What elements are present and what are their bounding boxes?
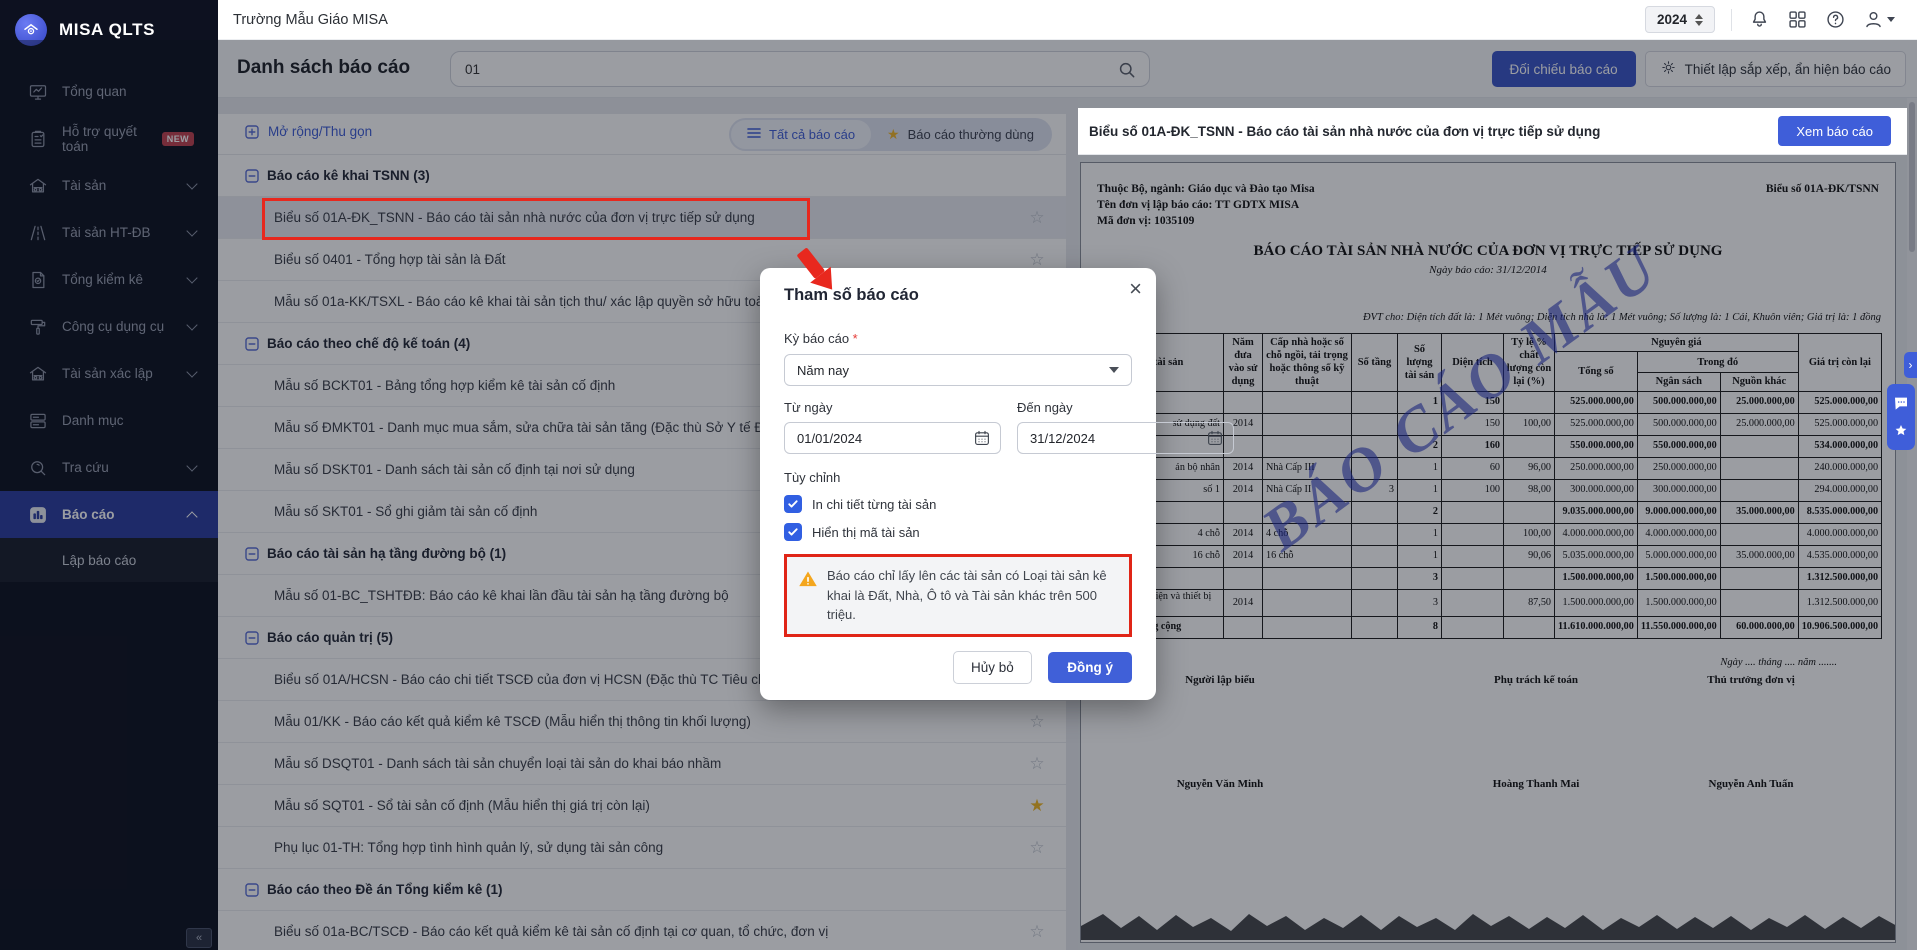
required-mark: * <box>853 331 858 346</box>
checkbox-label: Hiển thị mã tài sản <box>812 525 920 540</box>
chevron-down-icon <box>1887 17 1895 22</box>
calendar-icon[interactable] <box>1206 429 1224 447</box>
topbar-actions: 2024 <box>1645 6 1895 33</box>
notifications-bell-icon[interactable] <box>1748 9 1770 31</box>
year-value: 2024 <box>1657 12 1687 27</box>
brand-title: MISA QLTS <box>59 20 155 40</box>
from-date-input[interactable] <box>785 431 973 446</box>
preview-header: Biểu số 01A-ĐK_TSNN - Báo cáo tài sản nh… <box>1078 108 1907 155</box>
user-avatar-icon <box>1862 9 1884 31</box>
user-menu[interactable] <box>1862 9 1895 31</box>
period-label-text: Kỳ báo cáo <box>784 331 849 346</box>
period-select[interactable]: Năm nay <box>784 354 1132 386</box>
preview-title: Biểu số 01A-ĐK_TSNN - Báo cáo tài sản nh… <box>1089 124 1600 139</box>
help-icon[interactable] <box>1824 9 1846 31</box>
close-icon[interactable]: × <box>1129 278 1142 300</box>
divider <box>1731 9 1732 31</box>
cancel-button[interactable]: Hủy bỏ <box>953 651 1032 684</box>
apps-grid-icon[interactable] <box>1786 9 1808 31</box>
report-params-dialog: Tham số báo cáo × Kỳ báo cáo * Năm nay T… <box>760 268 1156 700</box>
topbar: Trường Mẫu Giáo MISA 2024 <box>218 0 1917 40</box>
from-date-label: Từ ngày <box>784 400 1001 415</box>
from-date-field <box>784 422 1001 454</box>
ok-button[interactable]: Đồng ý <box>1048 652 1132 683</box>
custom-section-label: Tùy chỉnh <box>784 470 1132 485</box>
warning-icon <box>798 569 818 589</box>
checkbox-checked-icon[interactable] <box>784 523 802 541</box>
view-report-button[interactable]: Xem báo cáo <box>1778 116 1891 146</box>
floating-widget-panel[interactable] <box>1887 384 1915 450</box>
date-range-fields: Từ ngày Đến ngày <box>784 400 1132 454</box>
panel-expand-arrow[interactable]: › <box>1904 352 1917 378</box>
to-date-field <box>1017 422 1234 454</box>
chevron-down-icon <box>1109 367 1119 373</box>
fiscal-year-selector[interactable]: 2024 <box>1645 6 1715 33</box>
dialog-title: Tham số báo cáo <box>784 286 1132 305</box>
checkbox-label: In chi tiết từng tài sản <box>812 497 936 512</box>
calendar-icon[interactable] <box>973 429 991 447</box>
checkbox-show-asset-code[interactable]: Hiển thị mã tài sản <box>784 523 1132 541</box>
year-spinner-icon[interactable] <box>1695 14 1703 26</box>
checkbox-print-detail[interactable]: In chi tiết từng tài sản <box>784 495 1132 513</box>
warning-text: Báo cáo chỉ lấy lên các tài sản có Loại … <box>827 566 1118 625</box>
dialog-footer: Hủy bỏ Đồng ý <box>784 651 1132 684</box>
feedback-stars-icon[interactable] <box>1893 423 1909 439</box>
org-title: Trường Mẫu Giáo MISA <box>233 12 388 28</box>
to-date-input[interactable] <box>1018 431 1206 446</box>
checkbox-checked-icon[interactable] <box>784 495 802 513</box>
warning-note: Báo cáo chỉ lấy lên các tài sản có Loại … <box>784 554 1132 637</box>
period-value: Năm nay <box>797 363 849 378</box>
period-field-label: Kỳ báo cáo * <box>784 331 1132 346</box>
support-chat-icon[interactable] <box>1893 395 1909 411</box>
to-date-label: Đến ngày <box>1017 400 1234 415</box>
